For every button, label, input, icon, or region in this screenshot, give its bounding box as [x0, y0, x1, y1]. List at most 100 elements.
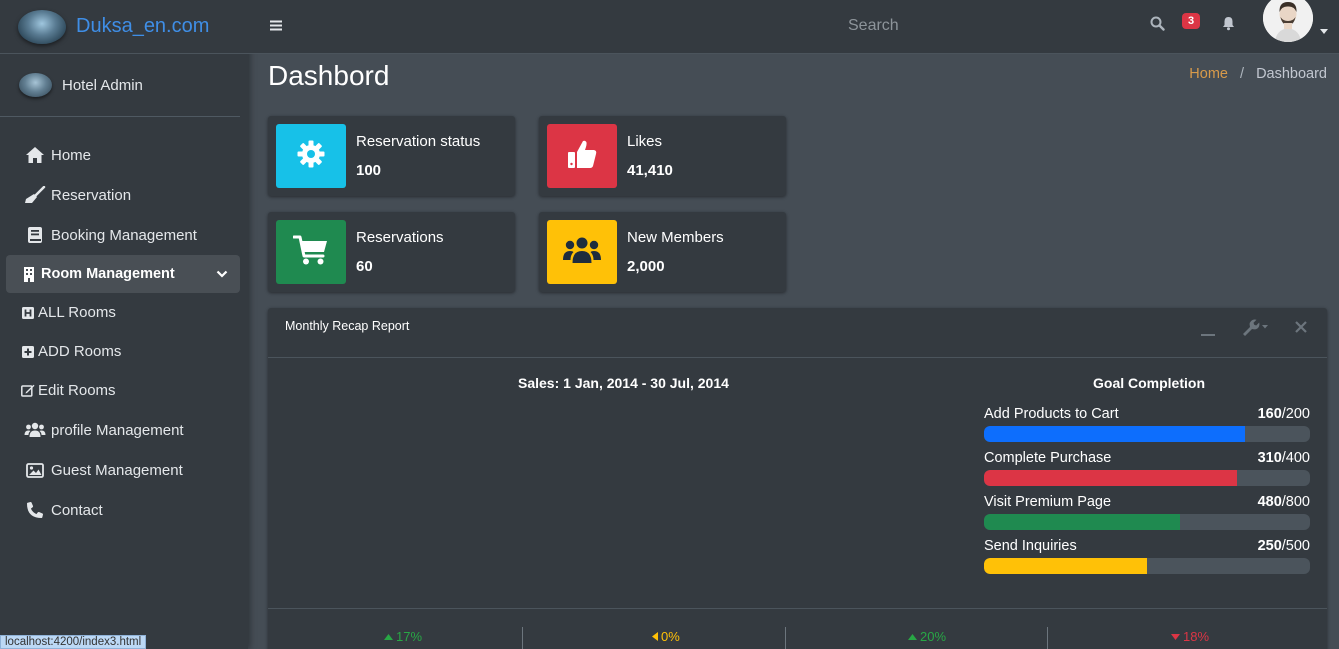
sidebar-item-room-management[interactable]: Room Management	[6, 255, 240, 293]
goal-total: /400	[1281, 450, 1310, 466]
sidebar-item-label: Booking Management	[51, 226, 197, 244]
brand-link[interactable]: Duksa_en.com	[0, 0, 248, 54]
avatar	[1263, 0, 1313, 42]
breadcrumb-home-link[interactable]: Home	[1189, 66, 1228, 82]
goal-completion-title: Goal Completion	[1093, 375, 1205, 391]
sidebar-item-label: Room Management	[41, 266, 175, 282]
breadcrumb: Home / Dashboard	[1189, 66, 1327, 82]
progress-bar	[984, 558, 1310, 574]
caret-up-icon	[908, 633, 917, 640]
image-icon	[24, 462, 46, 478]
gear-icon	[296, 139, 326, 174]
progress-bar	[984, 470, 1310, 486]
stat-percentage-text: 20%	[920, 629, 947, 644]
cart-icon	[292, 234, 329, 271]
sidebar-item-label: Guest Management	[51, 461, 183, 479]
goal-value: 160	[1257, 406, 1282, 422]
progress-fill	[984, 470, 1237, 486]
chevron-down-icon	[216, 266, 228, 282]
search-icon[interactable]	[1150, 16, 1165, 36]
info-box-value: 60	[356, 258, 373, 275]
sidebar-item-reservation[interactable]: Reservation	[0, 175, 248, 215]
sidebar-item-profile-management[interactable]: profile Management	[0, 410, 248, 450]
stat-percentage: 17%	[384, 629, 422, 644]
minimize-icon[interactable]	[1201, 324, 1215, 342]
progress-fill	[984, 514, 1180, 530]
brand-logo	[18, 9, 66, 44]
search-input[interactable]	[848, 14, 1138, 38]
sidebar-item-guest-management[interactable]: Guest Management	[0, 450, 248, 490]
stat-percentage: 0%	[652, 629, 680, 644]
stat-percentage: 18%	[1171, 629, 1209, 644]
info-icon-box	[547, 124, 617, 188]
footer-divider	[522, 627, 523, 649]
caret-left-icon	[652, 632, 658, 641]
info-box-value: 41,410	[627, 162, 673, 179]
wrench-icon[interactable]	[1241, 318, 1269, 341]
stat-percentage-text: 18%	[1183, 629, 1210, 644]
sidebar-item-edit-rooms[interactable]: Edit Rooms	[0, 371, 248, 410]
monthly-recap-card: Monthly Recap Report Sales: 1 Jan, 2014 …	[268, 308, 1327, 649]
user-avatar-menu[interactable]	[1263, 0, 1313, 42]
goal-total: /800	[1281, 494, 1310, 510]
card-footer: 17% 0% 20% 18%	[268, 608, 1327, 649]
building-icon	[22, 266, 36, 282]
brand-name: Duksa_en.com	[76, 15, 210, 37]
info-box-label: Likes	[627, 133, 663, 150]
users-icon	[562, 236, 602, 269]
info-box-value: 2,000	[627, 258, 665, 275]
info-box-label: Reservation status	[356, 133, 481, 150]
sidebar-item-contact[interactable]: Contact	[0, 490, 248, 530]
card-title: Monthly Recap Report	[285, 319, 410, 333]
goal-value: 310	[1257, 450, 1282, 466]
sidebar-item-home[interactable]: Home	[0, 135, 248, 175]
close-icon[interactable]	[1295, 320, 1307, 338]
broom-icon	[24, 186, 46, 204]
hotel-h-icon	[21, 306, 35, 319]
footer-divider	[1047, 627, 1048, 649]
caret-up-icon	[384, 633, 393, 640]
progress-fill	[984, 426, 1245, 442]
goal-total: /200	[1281, 406, 1310, 422]
user-panel[interactable]: Hotel Admin	[0, 54, 240, 117]
sidebar-item-all-rooms[interactable]: ALL Rooms	[0, 293, 248, 332]
goal-send-inquiries: Send Inquiries 250/500	[984, 538, 1310, 574]
page-title: Dashbord	[268, 60, 390, 91]
sidebar: Duksa_en.com Hotel Admin Home Reservatio…	[0, 0, 248, 649]
browser-status-url: localhost:4200/index3.html	[0, 635, 147, 649]
info-box-value: 100	[356, 162, 382, 179]
messages-badge[interactable]: 3	[1182, 13, 1201, 29]
goal-add-products: Add Products to Cart 160/200	[984, 406, 1310, 442]
home-icon	[24, 146, 46, 164]
sidebar-item-label: profile Management	[51, 421, 184, 439]
bell-icon[interactable]	[1222, 16, 1235, 36]
info-box-label: Reservations	[356, 229, 444, 246]
goal-label: Complete Purchase	[984, 450, 1112, 466]
caret-down-icon[interactable]	[1320, 21, 1328, 39]
goal-value: 480	[1257, 494, 1282, 510]
top-navbar: 3	[248, 0, 1339, 54]
sidebar-item-label: Reservation	[51, 186, 132, 204]
user-name: Hotel Admin	[62, 76, 143, 94]
goal-complete-purchase: Complete Purchase 310/400	[984, 450, 1310, 486]
breadcrumb-separator: /	[1240, 66, 1245, 82]
goal-value: 250	[1257, 538, 1282, 554]
sidebar-item-label: ALL Rooms	[38, 304, 116, 321]
hamburger-menu-icon[interactable]	[270, 18, 282, 36]
sidebar-item-add-rooms[interactable]: ADD Rooms	[0, 332, 248, 371]
sidebar-item-label: ADD Rooms	[38, 343, 122, 360]
plus-square-icon	[21, 345, 35, 358]
goal-label: Add Products to Cart	[984, 406, 1119, 422]
stat-percentage-text: 17%	[396, 629, 423, 644]
book-icon	[24, 226, 46, 244]
sidebar-item-label: Contact	[51, 501, 103, 519]
sales-chart-title: Sales: 1 Jan, 2014 - 30 Jul, 2014	[518, 375, 729, 391]
sidebar-item-booking-management[interactable]: Booking Management	[0, 215, 248, 255]
progress-bar	[984, 514, 1310, 530]
progress-bar	[984, 426, 1310, 442]
phone-icon	[24, 501, 46, 519]
breadcrumb-current: Dashboard	[1256, 66, 1327, 82]
goal-total: /500	[1281, 538, 1310, 554]
users-icon	[24, 422, 46, 438]
caret-down-icon	[1171, 633, 1180, 640]
